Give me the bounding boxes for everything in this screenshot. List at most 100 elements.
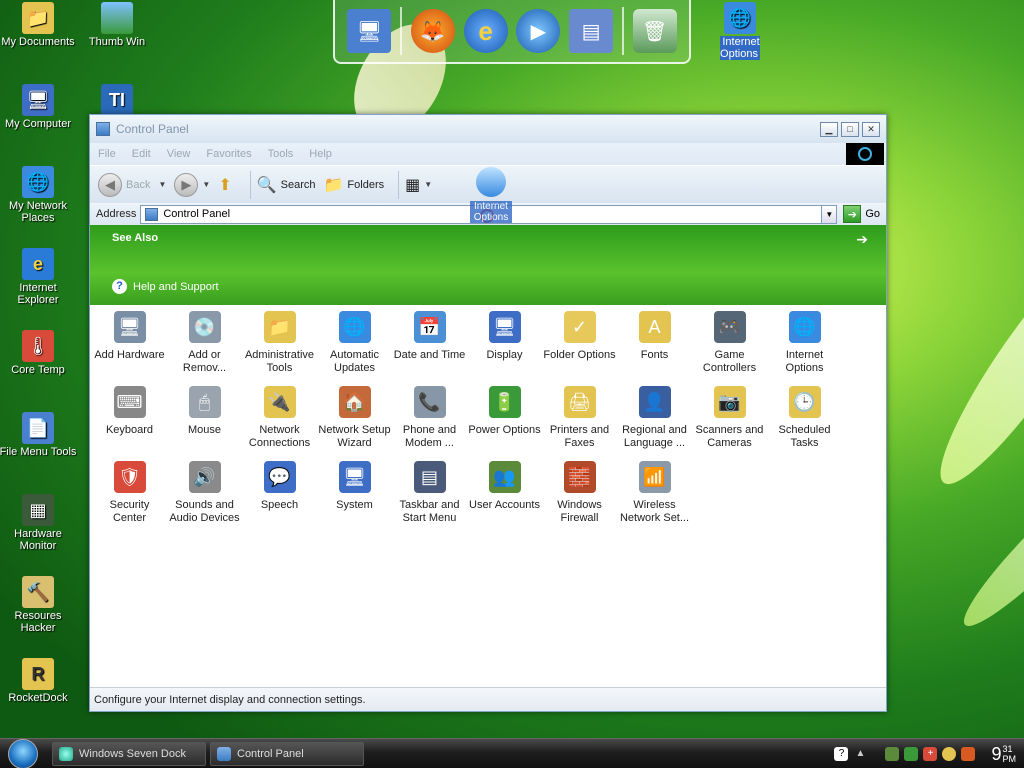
task-control-panel[interactable]: Control Panel [210,741,364,766]
control-panel-icon[interactable]: ▤ [569,9,614,53]
expand-arrow-icon[interactable]: ➔ [856,231,868,248]
cp-item[interactable]: A Fonts [617,309,692,384]
wallpaper-leaf [919,219,1024,501]
cp-item[interactable]: 📅 Date and Time [392,309,467,384]
desktop-icon-core-temp[interactable]: 🌡 Core Temp [0,330,78,376]
cp-item[interactable]: 🖱 Mouse [167,384,242,459]
menu-favorites[interactable]: Favorites [206,148,251,160]
desktop-icon-text-tool[interactable]: TI [77,84,157,118]
address-label: Address [96,208,137,220]
cp-item[interactable]: 🔊 Sounds and Audio Devices [167,459,242,534]
forward-button[interactable]: ▶ ▼ [174,172,210,197]
see-also-heading: See Also [112,232,159,244]
shield-icon[interactable] [904,747,919,761]
cp-item[interactable]: ▤ Taskbar and Start Menu [392,459,467,534]
file-list-icon: 📄 [22,412,54,444]
clock[interactable]: 9 31 PM [991,744,1016,765]
ie-icon[interactable]: e [463,9,508,53]
cp-item[interactable]: 🛡 Security Center [92,459,167,534]
cp-item[interactable]: 🖥 System [317,459,392,534]
menu-view[interactable]: View [167,148,191,160]
cp-item[interactable]: ⌨ Keyboard [92,384,167,459]
cp-item[interactable]: 🎮 Game Controllers [692,309,767,384]
chevron-down-icon[interactable]: ▼ [202,180,210,189]
cp-item[interactable]: 👤 Regional and Language ... [617,384,692,459]
cp-item-icon: 💬 [263,461,296,493]
help-icon[interactable]: ? [834,747,849,761]
cp-item[interactable]: 🖥 Display [467,309,542,384]
menu-help[interactable]: Help [309,148,332,160]
smiley-icon[interactable] [942,747,957,761]
cp-item-label: Network Setup Wizard [318,424,391,449]
recycle-bin-icon[interactable]: 🗑 [632,9,677,53]
cp-item[interactable]: 🖥 Add Hardware [92,309,167,384]
desktop-icon-hardware-monitor[interactable]: ▦ Hardware Monitor [0,494,78,552]
desktop-icon-internet-options[interactable]: 🌐 Internet Options [700,2,780,60]
cp-item-label: Scanners and Cameras [695,424,764,449]
search-button[interactable]: 🔍 Search [257,175,316,195]
address-dropdown-button[interactable]: ▼ [821,205,837,223]
cp-item[interactable]: 🖨 Printers and Faxes [542,384,617,459]
cp-item-label: Add Hardware [94,349,165,361]
system-tray: ? ▲ + 9 31 PM [809,739,1024,768]
desktop-icon-file-menu-tools[interactable]: 📄 File Menu Tools [0,412,78,458]
folders-button[interactable]: 📁 Folders [324,175,385,195]
help-and-support-link[interactable]: ? Help and Support [112,279,219,294]
cp-item[interactable]: 📁 Administrative Tools [242,309,317,384]
maximize-button[interactable]: □ [841,121,859,137]
desktop-icon-my-computer[interactable]: 🖥 My Computer [0,84,78,130]
cp-item[interactable]: ✓ Folder Options [542,309,617,384]
cp-item-icon: 🔌 [263,386,296,418]
menu-tools[interactable]: Tools [268,148,294,160]
desktop-icon-rocketdock[interactable]: R RocketDock [0,658,78,704]
chevron-up-icon[interactable]: ▲ [853,747,867,761]
network-icon[interactable] [885,747,900,761]
internet-options-icon [476,167,506,197]
cp-item[interactable]: 🌐 Internet Options [767,309,842,384]
cp-item[interactable]: 💿 Add or Remov... [167,309,242,384]
desktop-icon-my-documents[interactable]: 📁 My Documents [0,2,78,48]
desktop-icon-my-network-places[interactable]: 🌐 My Network Places [0,166,78,224]
go-button[interactable]: ➔ Go [843,205,880,223]
start-button[interactable] [8,738,38,768]
cp-item[interactable]: 🏠 Network Setup Wizard [317,384,392,459]
cp-item-icon: 📞 [413,386,446,418]
up-folder-button[interactable]: ⬆ [218,175,235,195]
back-button[interactable]: ◀ Back ▼ [98,172,166,197]
desktop-icon-thumb-win[interactable]: Thumb Win [77,2,157,48]
cp-item[interactable]: 🧱 Windows Firewall [542,459,617,534]
close-button[interactable]: ✕ [862,121,880,137]
menu-edit[interactable]: Edit [132,148,151,160]
task-windows-seven-dock[interactable]: Windows Seven Dock [52,741,206,766]
security-icon[interactable] [961,747,976,761]
cp-item[interactable]: 🔋 Power Options [467,384,542,459]
windows-throbber [846,143,884,165]
media-player-icon[interactable]: ▶ [516,9,561,53]
monitor-icon[interactable]: 🖥 [347,9,392,53]
cp-item[interactable]: 💬 Speech [242,459,317,534]
plus-icon[interactable]: + [923,747,938,761]
cp-item[interactable]: 🔌 Network Connections [242,384,317,459]
cp-item[interactable]: 📶 Wireless Network Set... [617,459,692,534]
minimize-button[interactable]: ▁ [820,121,838,137]
control-panel-icon [217,746,231,761]
cp-item[interactable]: 📷 Scanners and Cameras [692,384,767,459]
cp-item[interactable]: 📞 Phone and Modem ... [392,384,467,459]
cp-item-icon: 🖥 [488,311,521,343]
views-button[interactable]: ▦ ▼ [405,175,432,195]
chevron-down-icon[interactable]: ▼ [158,180,166,189]
cp-item[interactable]: 🕒 Scheduled Tasks [767,384,842,459]
cp-item-icon: ▤ [413,461,446,493]
desktop-icon-resource-hacker[interactable]: 🔨 Resoures Hacker [0,576,78,634]
cp-item-label: Keyboard [105,424,154,436]
cp-item-label: Sounds and Audio Devices [169,499,240,524]
taskbar: Windows Seven Dock Control Panel ? ▲ + 9… [0,738,1024,768]
cp-item[interactable]: 👥 User Accounts [467,459,542,534]
menu-file[interactable]: File [98,148,116,160]
title-bar[interactable]: Control Panel ▁ □ ✕ [90,115,886,143]
cp-item-icon: 👤 [638,386,671,418]
cp-item-icon: ✓ [563,311,596,343]
cp-item[interactable]: 🌐 Automatic Updates [317,309,392,384]
desktop-icon-internet-explorer[interactable]: e Internet Explorer [0,248,78,306]
firefox-icon[interactable]: 🦊 [410,9,455,53]
